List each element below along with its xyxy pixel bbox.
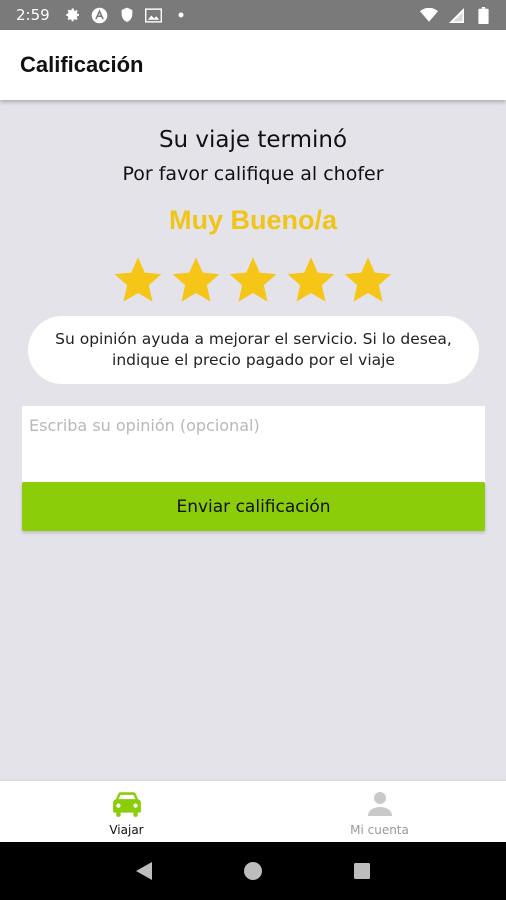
nav-item-viajar[interactable]: Viajar [0,781,253,842]
bottom-nav: Viajar Mi cuenta [0,781,506,842]
battery-icon [474,6,492,24]
dot-icon [172,6,190,24]
rate-driver-prompt: Por favor califique al chofer [122,163,384,185]
feedback-info-message: Su opinión ayuda a mejorar el servicio. … [28,316,479,384]
feedback-info-text: Su opinión ayuda a mejorar el servicio. … [55,330,452,369]
car-icon [112,792,141,817]
nav-label-viajar: Viajar [109,823,144,837]
star-icon-4[interactable] [285,253,337,307]
star-icon-5[interactable] [342,253,394,307]
back-icon[interactable] [132,859,156,883]
signal-icon [447,6,465,24]
recents-icon[interactable] [350,859,374,883]
nav-item-mi-cuenta[interactable]: Mi cuenta [253,781,506,842]
nav-label-mi-cuenta: Mi cuenta [350,823,409,837]
image-icon [145,6,163,24]
submit-rating-button[interactable]: Enviar calificación [22,482,485,531]
status-bar: 2:59 [0,0,506,30]
app-bar: Calificación [0,30,506,100]
star-icon-1[interactable] [112,253,164,307]
gear-icon [64,6,82,24]
status-system-icons [420,6,492,24]
trip-ended-heading: Su viaje terminó [158,127,348,153]
app-a-icon [91,6,109,24]
opinion-input[interactable] [22,406,485,482]
wifi-icon [420,6,438,24]
status-time: 2:59 [16,6,50,24]
page-title: Calificación [20,52,144,77]
rating-screen: Su viaje terminó Por favor califique al … [0,100,506,781]
home-icon[interactable] [241,859,265,883]
star-rating [112,253,394,309]
person-icon [367,792,392,816]
status-notification-icons [64,6,190,24]
rating-label: Muy Bueno/a [168,205,337,235]
star-icon-3[interactable] [227,253,279,307]
star-icon-2[interactable] [170,253,222,307]
system-nav-bar [0,842,506,900]
shield-icon [118,6,136,24]
